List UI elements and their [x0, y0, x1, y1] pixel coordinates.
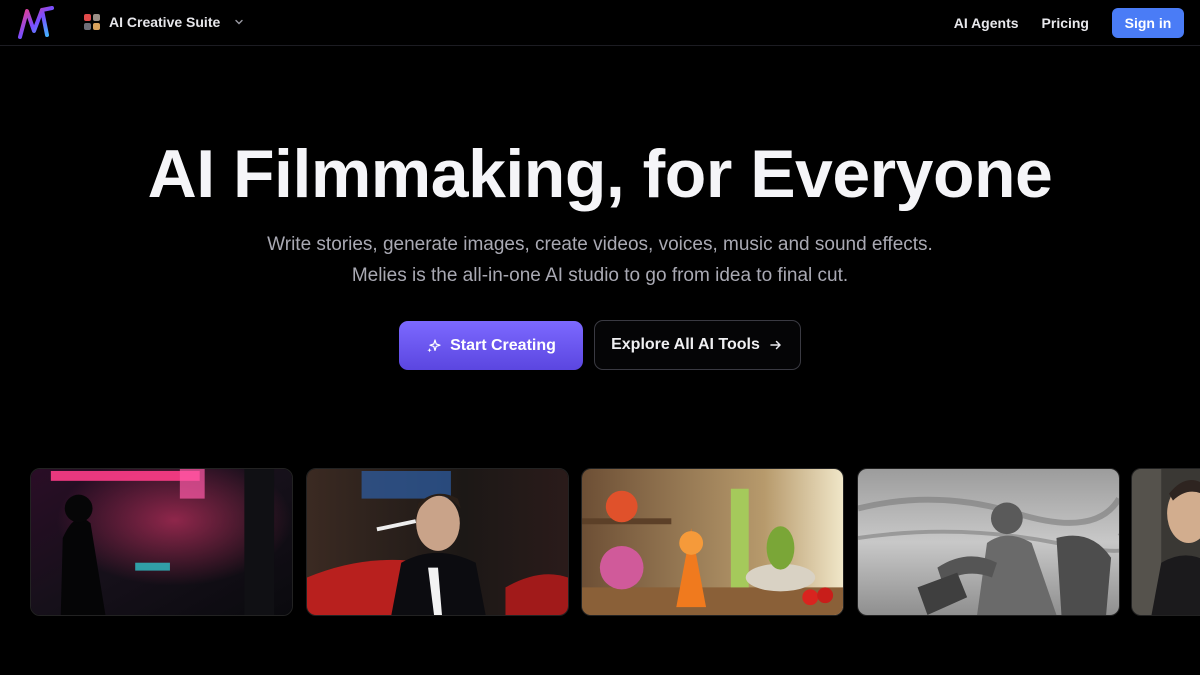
- logo-icon[interactable]: [16, 5, 56, 41]
- start-creating-button[interactable]: Start Creating: [399, 321, 583, 370]
- hero-subline-1: Write stories, generate images, create v…: [267, 234, 933, 255]
- palette-icon: [84, 14, 100, 30]
- sketched-fighters-image: [858, 469, 1119, 615]
- chevron-down-icon: [235, 19, 243, 25]
- ai-creative-suite-menu[interactable]: AI Creative Suite: [83, 11, 244, 33]
- gallery-card-man-car[interactable]: [306, 468, 569, 616]
- top-nav: AI Creative Suite AI Agents Pricing Sign…: [0, 0, 1200, 46]
- explore-ai-tools-label: Explore All AI Tools: [611, 336, 760, 353]
- sparkle-icon: [427, 338, 441, 352]
- gallery-card-portrait[interactable]: [1131, 468, 1200, 616]
- nav-link-pricing[interactable]: Pricing: [1042, 15, 1089, 31]
- start-creating-label: Start Creating: [450, 336, 556, 354]
- gallery-card-sketch-fighters[interactable]: [857, 468, 1120, 616]
- man-smoking-image: [307, 469, 568, 615]
- gallery-card-vegetables[interactable]: [581, 468, 844, 616]
- neon-street-image: [31, 469, 292, 615]
- hero-subline-2: Melies is the all-in-one AI studio to go…: [351, 265, 849, 286]
- suite-label: AI Creative Suite: [109, 14, 221, 30]
- arrow-right-icon: [770, 340, 781, 350]
- man-portrait-image: [1132, 469, 1200, 615]
- nav-link-ai-agents[interactable]: AI Agents: [954, 15, 1019, 31]
- explore-ai-tools-button[interactable]: Explore All AI Tools: [594, 320, 801, 370]
- nav-right-group: AI Agents Pricing Sign in: [954, 8, 1184, 38]
- animated-vegetables-image: [582, 469, 843, 615]
- gallery-card-neon-street[interactable]: [30, 468, 293, 616]
- hero-headline: AI Filmmaking, for Everyone: [147, 136, 1053, 212]
- sign-in-button[interactable]: Sign in: [1112, 8, 1184, 38]
